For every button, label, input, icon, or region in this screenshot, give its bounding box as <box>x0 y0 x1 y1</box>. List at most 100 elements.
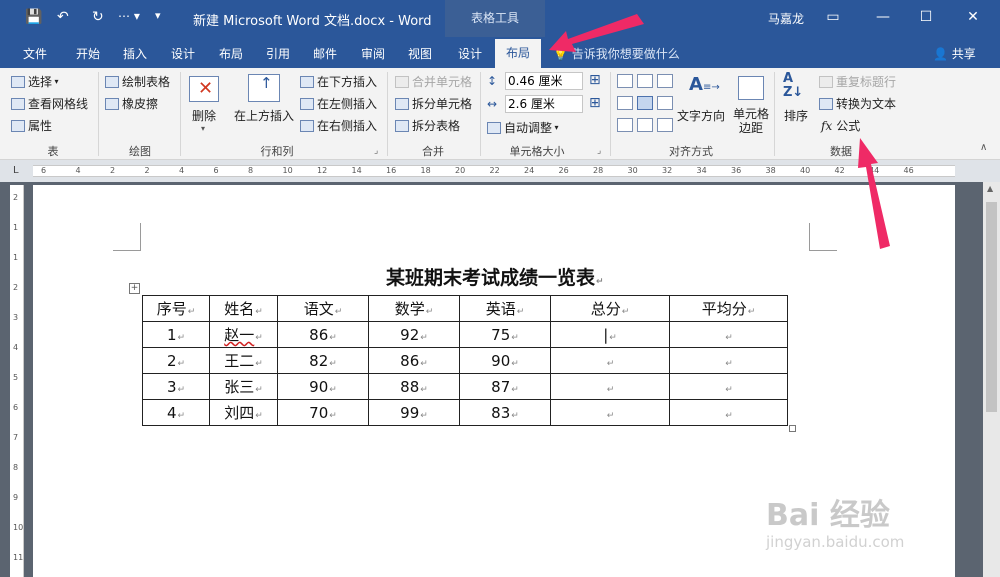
column-width-input[interactable]: 2.6 厘米 <box>505 95 583 113</box>
autofit-button[interactable]: 自动调整 ▾ <box>487 119 559 136</box>
insert-above-icon[interactable]: ↑ <box>248 74 280 102</box>
text-direction-icon[interactable]: A≡→ <box>689 74 720 102</box>
cell-margins-button[interactable]: 单元格边距 <box>733 107 769 135</box>
table-cell[interactable]: ↵ <box>669 321 788 348</box>
cell-margins-icon[interactable] <box>738 76 764 100</box>
text-direction-button[interactable]: 文字方向 <box>677 107 725 124</box>
row-height-input[interactable]: 0.46 厘米 <box>505 72 583 90</box>
merge-cells-button[interactable]: 合并单元格 <box>395 73 472 90</box>
align-bottom-center-icon[interactable] <box>637 118 653 132</box>
table-cell[interactable]: ↵ <box>550 347 670 374</box>
tab-selector-icon[interactable]: L <box>13 165 19 176</box>
align-bottom-left-icon[interactable] <box>617 118 633 132</box>
align-center-right-icon[interactable] <box>657 96 673 110</box>
table-cell[interactable]: 3↵ <box>142 373 210 400</box>
align-top-center-icon[interactable] <box>637 74 653 88</box>
scroll-up-icon[interactable]: ▲ <box>987 184 993 193</box>
share-button[interactable]: 👤 共享 <box>933 45 976 62</box>
tell-me-search[interactable]: 💡 告诉我你想要做什么 <box>553 45 680 62</box>
ribbon-display-icon[interactable]: ▭ <box>818 6 848 28</box>
score-table[interactable]: 序号↵ 姓名↵ 语文↵ 数学↵ 英语↵ 总分↵ 平均分↵ 1↵ 赵一↵ 86↵ 92↵ 75↵ |↵ ↵… <box>142 295 788 426</box>
table-header-cell[interactable]: 序号↵ <box>142 295 210 322</box>
table-cell[interactable]: 75↵ <box>459 321 551 348</box>
select-button[interactable]: 选择 ▾ <box>11 73 59 90</box>
tab-mailings[interactable]: 邮件 <box>313 45 337 62</box>
table-header-cell[interactable]: 总分↵ <box>550 295 670 322</box>
table-cell[interactable]: 86↵ <box>368 347 460 374</box>
table-cell[interactable]: ↵ <box>550 399 670 426</box>
tab-home[interactable]: 开始 <box>76 45 100 62</box>
table-cell[interactable]: 82↵ <box>277 347 369 374</box>
table-cell[interactable]: ↵ <box>669 347 788 374</box>
table-cell[interactable]: 83↵ <box>459 399 551 426</box>
insert-above-button[interactable]: 在上方插入 <box>234 107 294 124</box>
horizontal-ruler[interactable]: L 6 4 2 2 4 6 8 10 12 14 16 18 20 22 24 26 28 30 32 34 36 38 4… <box>0 160 1000 182</box>
tab-references[interactable]: 引用 <box>266 45 290 62</box>
repeat-header-button[interactable]: 重复标题行 <box>819 73 896 90</box>
delete-table-icon[interactable]: ✕ <box>189 76 219 102</box>
formula-button[interactable]: fx 公式 <box>821 117 860 134</box>
tab-view[interactable]: 视图 <box>408 45 432 62</box>
table-resize-handle[interactable] <box>789 425 796 432</box>
tab-layout[interactable]: 布局 <box>219 45 243 62</box>
insert-left-button[interactable]: 在左侧插入 <box>300 95 377 112</box>
redo-icon[interactable]: ↻ <box>92 9 104 25</box>
table-cell[interactable]: 90↵ <box>277 373 369 400</box>
split-cells-button[interactable]: 拆分单元格 <box>395 95 472 112</box>
vertical-scrollbar[interactable]: ▲ <box>983 182 1000 577</box>
table-cell[interactable]: 87↵ <box>459 373 551 400</box>
tab-file[interactable]: 文件 <box>23 45 47 62</box>
properties-button[interactable]: 属性 <box>11 117 52 134</box>
table-cell[interactable]: 92↵ <box>368 321 460 348</box>
table-cell[interactable]: |↵ <box>550 321 670 348</box>
table-cell[interactable]: 4↵ <box>142 399 210 426</box>
tab-table-layout[interactable]: 布局 <box>495 39 541 68</box>
user-name[interactable]: 马嘉龙 <box>768 10 804 27</box>
close-icon[interactable]: ✕ <box>958 6 988 28</box>
tab-insert[interactable]: 插入 <box>123 45 147 62</box>
table-cell[interactable]: 99↵ <box>368 399 460 426</box>
table-cell[interactable]: 86↵ <box>277 321 369 348</box>
delete-button[interactable]: 删除 <box>192 107 216 124</box>
view-gridlines-button[interactable]: 查看网格线 <box>11 95 88 112</box>
table-cell[interactable]: 90↵ <box>459 347 551 374</box>
distribute-columns-icon[interactable]: ⊞ <box>589 95 601 111</box>
table-cell[interactable]: 1↵ <box>142 321 210 348</box>
table-cell[interactable]: ↵ <box>669 373 788 400</box>
table-cell[interactable]: ↵ <box>550 373 670 400</box>
sort-button[interactable]: 排序 <box>784 107 808 124</box>
distribute-rows-icon[interactable]: ⊞ <box>589 72 601 88</box>
vertical-ruler[interactable]: 2 1 1 2 3 4 5 6 7 8 9 10 11 <box>10 185 24 577</box>
eraser-button[interactable]: 橡皮擦 <box>105 95 158 112</box>
table-header-cell[interactable]: 语文↵ <box>277 295 369 322</box>
table-header-cell[interactable]: 英语↵ <box>459 295 551 322</box>
undo-icon[interactable]: ↶ <box>57 9 69 25</box>
qat-more-icon[interactable]: ▾ <box>155 9 161 22</box>
table-cell[interactable]: 刘四↵ <box>209 399 278 426</box>
table-header-cell[interactable]: 姓名↵ <box>209 295 278 322</box>
minimize-icon[interactable]: — <box>868 6 898 28</box>
table-cell[interactable]: ↵ <box>669 399 788 426</box>
tab-table-design[interactable]: 设计 <box>458 45 482 62</box>
tab-review[interactable]: 审阅 <box>361 45 385 62</box>
table-header-cell[interactable]: 平均分↵ <box>669 295 788 322</box>
split-table-button[interactable]: 拆分表格 <box>395 117 460 134</box>
customize-qat-icon[interactable]: ⋯ ▾ <box>118 9 140 23</box>
scrollbar-thumb[interactable] <box>986 202 997 412</box>
table-cell[interactable]: 张三↵ <box>209 373 278 400</box>
align-top-right-icon[interactable] <box>657 74 673 88</box>
table-cell[interactable]: 赵一↵ <box>209 321 278 348</box>
insert-right-button[interactable]: 在右侧插入 <box>300 117 377 134</box>
table-move-handle-icon[interactable]: + <box>129 283 140 294</box>
table-cell[interactable]: 88↵ <box>368 373 460 400</box>
table-cell[interactable]: 70↵ <box>277 399 369 426</box>
sort-icon[interactable]: A Z↓ <box>783 72 807 106</box>
align-top-left-icon[interactable] <box>617 74 633 88</box>
align-center-icon[interactable] <box>637 96 653 110</box>
document-heading[interactable]: 某班期末考试成绩一览表↵ <box>386 263 604 290</box>
draw-table-button[interactable]: 绘制表格 <box>105 73 170 90</box>
align-center-left-icon[interactable] <box>617 96 633 110</box>
table-cell[interactable]: 王二↵ <box>209 347 278 374</box>
dialog-launcher-icon[interactable]: ⌟ <box>597 146 601 156</box>
table-header-cell[interactable]: 数学↵ <box>368 295 460 322</box>
